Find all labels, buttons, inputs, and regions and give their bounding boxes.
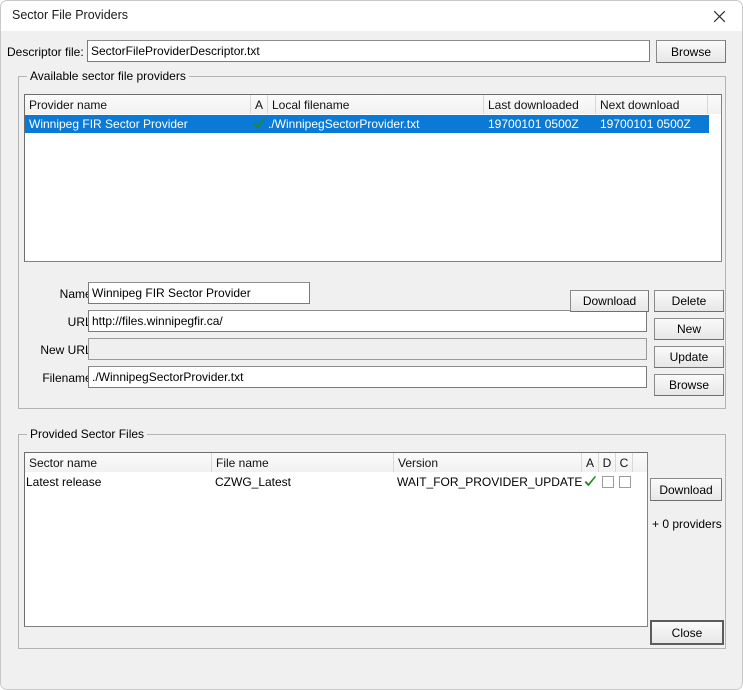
- available-providers-group: Available sector file providers Provider…: [18, 69, 726, 409]
- download-provider-button[interactable]: Download: [570, 290, 649, 312]
- checkbox-unchecked-icon: [618, 476, 631, 488]
- cell-provider-name: Winnipeg FIR Sector Provider: [29, 117, 188, 131]
- checkbox-unchecked-icon: [601, 476, 614, 488]
- cell-file-name: CZWG_Latest: [215, 475, 292, 489]
- providers-listview-header: Provider name A Local filename Last down…: [25, 95, 721, 114]
- column-header-last-downloaded[interactable]: Last downloaded: [484, 95, 596, 114]
- provided-download-button[interactable]: Download: [650, 478, 722, 501]
- filename-browse-button[interactable]: Browse: [654, 374, 724, 396]
- provided-sector-files-group: Provided Sector Files Sector name File n…: [18, 427, 726, 649]
- column-header-sector-name[interactable]: Sector name: [25, 453, 212, 472]
- descriptor-file-label: Descriptor file:: [7, 45, 84, 59]
- cell-version: WAIT_FOR_PROVIDER_UPDATE: [397, 475, 582, 489]
- delete-provider-button[interactable]: Delete: [654, 290, 724, 312]
- new-url-label: New URL:: [40, 343, 95, 357]
- table-row[interactable]: Winnipeg FIR Sector Provider ./WinnipegS…: [25, 115, 721, 133]
- column-header-provided-d[interactable]: D: [599, 453, 616, 472]
- check-icon: [583, 475, 598, 490]
- providers-count-label: + 0 providers: [652, 517, 722, 531]
- close-window-button[interactable]: [696, 1, 742, 31]
- cell-provided-d-checkbox[interactable]: [599, 473, 616, 491]
- provided-files-listview-header: Sector name File name Version A D C: [25, 453, 647, 472]
- cell-local-filename: ./WinnipegSectorProvider.txt: [268, 117, 420, 131]
- cell-provided-c-checkbox[interactable]: [616, 473, 633, 491]
- provided-sector-files-group-title: Provided Sector Files: [27, 427, 148, 441]
- column-header-next-download[interactable]: Next download: [596, 95, 708, 114]
- descriptor-file-input[interactable]: SectorFileProviderDescriptor.txt: [87, 40, 650, 62]
- column-header-file-name[interactable]: File name: [212, 453, 394, 472]
- cell-next-download: 19700101 0500Z: [600, 117, 691, 131]
- url-label: URL:: [67, 315, 95, 329]
- column-header-filler: [708, 95, 721, 114]
- title-bar: Sector File Providers: [1, 1, 742, 31]
- column-header-a[interactable]: A: [251, 95, 268, 114]
- update-provider-button[interactable]: Update: [654, 346, 724, 368]
- column-header-provided-a[interactable]: A: [582, 453, 599, 472]
- cell-provided-a-check: [582, 473, 599, 491]
- name-input[interactable]: Winnipeg FIR Sector Provider: [88, 282, 310, 304]
- provided-files-listview: Sector name File name Version A D C Late…: [24, 452, 648, 627]
- filename-input[interactable]: ./WinnipegSectorProvider.txt: [88, 366, 647, 388]
- cell-sector-name: Latest release: [26, 475, 102, 489]
- check-icon: [252, 117, 267, 132]
- filename-label: Filename:: [42, 371, 95, 385]
- providers-listview: Provider name A Local filename Last down…: [24, 94, 722, 262]
- dialog-client-area: Descriptor file: SectorFileProviderDescr…: [1, 31, 742, 689]
- close-dialog-button[interactable]: Close: [650, 620, 724, 645]
- close-icon: [713, 10, 726, 23]
- descriptor-browse-button[interactable]: Browse: [656, 40, 726, 63]
- column-header-provided-c[interactable]: C: [616, 453, 633, 472]
- url-input[interactable]: http://files.winnipegfir.ca/: [88, 310, 647, 332]
- column-header-provider-name[interactable]: Provider name: [25, 95, 251, 114]
- column-header-version[interactable]: Version: [394, 453, 582, 472]
- table-row[interactable]: Latest release CZWG_Latest WAIT_FOR_PROV…: [25, 473, 647, 491]
- cell-available-check: [251, 115, 268, 133]
- new-provider-button[interactable]: New: [654, 318, 724, 340]
- name-label: Name:: [59, 287, 95, 301]
- new-url-input[interactable]: [88, 338, 647, 360]
- available-providers-group-title: Available sector file providers: [27, 69, 189, 83]
- cell-last-downloaded: 19700101 0500Z: [488, 117, 579, 131]
- column-header-provided-filler: [633, 453, 647, 472]
- dialog-window: Sector File Providers Descriptor file: S…: [0, 0, 743, 690]
- window-title: Sector File Providers: [12, 8, 129, 22]
- column-header-local-filename[interactable]: Local filename: [268, 95, 484, 114]
